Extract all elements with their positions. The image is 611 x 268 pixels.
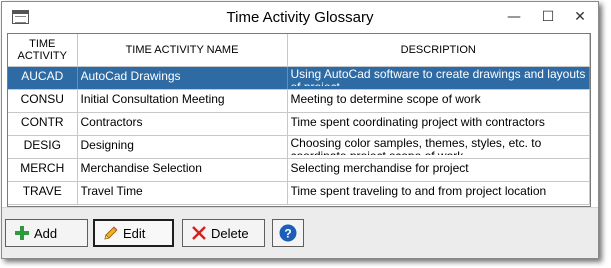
cell-description-text: Time spent traveling to and from project… [290,184,547,198]
add-button[interactable]: Add [5,219,88,247]
edit-button[interactable]: Edit [93,219,174,247]
add-button-label: Add [34,225,58,241]
cell-description[interactable]: Meeting to determine scope of work [287,89,590,113]
table-row[interactable]: CONTR Contractors Time spent coordinating … [8,112,590,136]
cell-name-text: Designing [80,138,134,152]
cell-name[interactable]: AutoCad Drawings [77,66,288,90]
cell-code-text: CONSU [20,92,64,106]
cell-code[interactable]: CONSU [8,89,78,113]
table-row[interactable]: AUCAD AutoCad Drawings Using AutoCad softw… [8,66,590,90]
table-row[interactable]: TRAVE Travel Time Time spent traveling to … [8,181,590,205]
cell-code-text: MERCH [20,161,65,175]
cell-code[interactable]: TRAVE [8,181,78,205]
cell-description-text: Using AutoCad software to create drawing… [290,67,586,87]
cell-name-text: AutoCad Drawings [80,69,181,83]
cell-name[interactable]: Contractors [77,112,288,136]
cell-description-text: Selecting merchandise for project [290,161,469,175]
cell-code-text: DESIG [23,138,61,152]
cell-description-text: Meeting to determine scope of work [290,92,481,106]
cell-name-text: Travel Time [80,184,143,198]
cell-description[interactable]: Selecting merchandise for project [287,158,590,182]
delete-button[interactable]: Delete [182,219,265,247]
cell-description[interactable]: Time spent traveling to and from project… [287,181,590,205]
pencil-icon [104,226,118,240]
maximize-button[interactable]: ☐ [534,6,562,28]
cell-code[interactable]: AUCAD [8,66,78,90]
cell-code-text: TRAVE [22,184,62,198]
cell-description[interactable]: Choosing color samples, themes, styles, … [287,135,590,159]
activity-table: TIME ACTIVITY TIME ACTIVITY NAME DESCRIP… [8,34,590,205]
minimize-button[interactable]: — [500,6,528,28]
svg-text:?: ? [284,227,291,241]
cell-description-text: Time spent coordinating project with con… [290,115,545,129]
cell-description-text: Choosing color samples, themes, styles, … [290,136,542,156]
column-header-name[interactable]: TIME ACTIVITY NAME [77,34,288,67]
cell-name[interactable]: Travel Time [77,181,288,205]
cell-description[interactable]: Time spent coordinating project with con… [287,112,590,136]
glossary-window: Time Activity Glossary — ☐ ✕ TIME ACTIVI… [1,1,599,259]
cell-code-text: AUCAD [21,69,64,83]
cell-name[interactable]: Designing [77,135,288,159]
table-header-row: TIME ACTIVITY TIME ACTIVITY NAME DESCRIP… [8,34,590,67]
plus-icon [15,226,29,240]
x-delete-icon [192,226,206,240]
table-row[interactable]: DESIG Designing Choosing color samples, th… [8,135,590,159]
cell-name-text: Initial Consultation Meeting [80,92,225,106]
close-button[interactable]: ✕ [566,6,594,28]
cell-name[interactable]: Merchandise Selection [77,158,288,182]
edit-button-label: Edit [123,225,146,241]
cell-description[interactable]: Using AutoCad software to create drawing… [287,66,590,90]
cell-code[interactable]: MERCH [8,158,78,182]
cell-name[interactable]: Initial Consultation Meeting [77,89,288,113]
cell-code-text: CONTR [20,115,64,129]
button-bar: Add Edit Delete ? [2,207,598,258]
cell-code[interactable]: DESIG [8,135,78,159]
help-icon: ? [279,224,297,242]
table-row[interactable]: CONSU Initial Consultation Meeting Meeting… [8,89,590,113]
column-header-code[interactable]: TIME ACTIVITY [8,34,78,67]
activity-grid[interactable]: TIME ACTIVITY TIME ACTIVITY NAME DESCRIP… [7,33,591,207]
cell-code[interactable]: CONTR [8,112,78,136]
help-button[interactable]: ? [272,219,304,247]
cell-name-text: Contractors [80,115,143,129]
title-bar[interactable]: Time Activity Glossary — ☐ ✕ [2,2,598,33]
cell-name-text: Merchandise Selection [80,161,202,175]
table-row[interactable]: MERCH Merchandise Selection Selecting merc… [8,158,590,182]
column-header-description[interactable]: DESCRIPTION [287,34,590,67]
delete-button-label: Delete [211,225,249,241]
